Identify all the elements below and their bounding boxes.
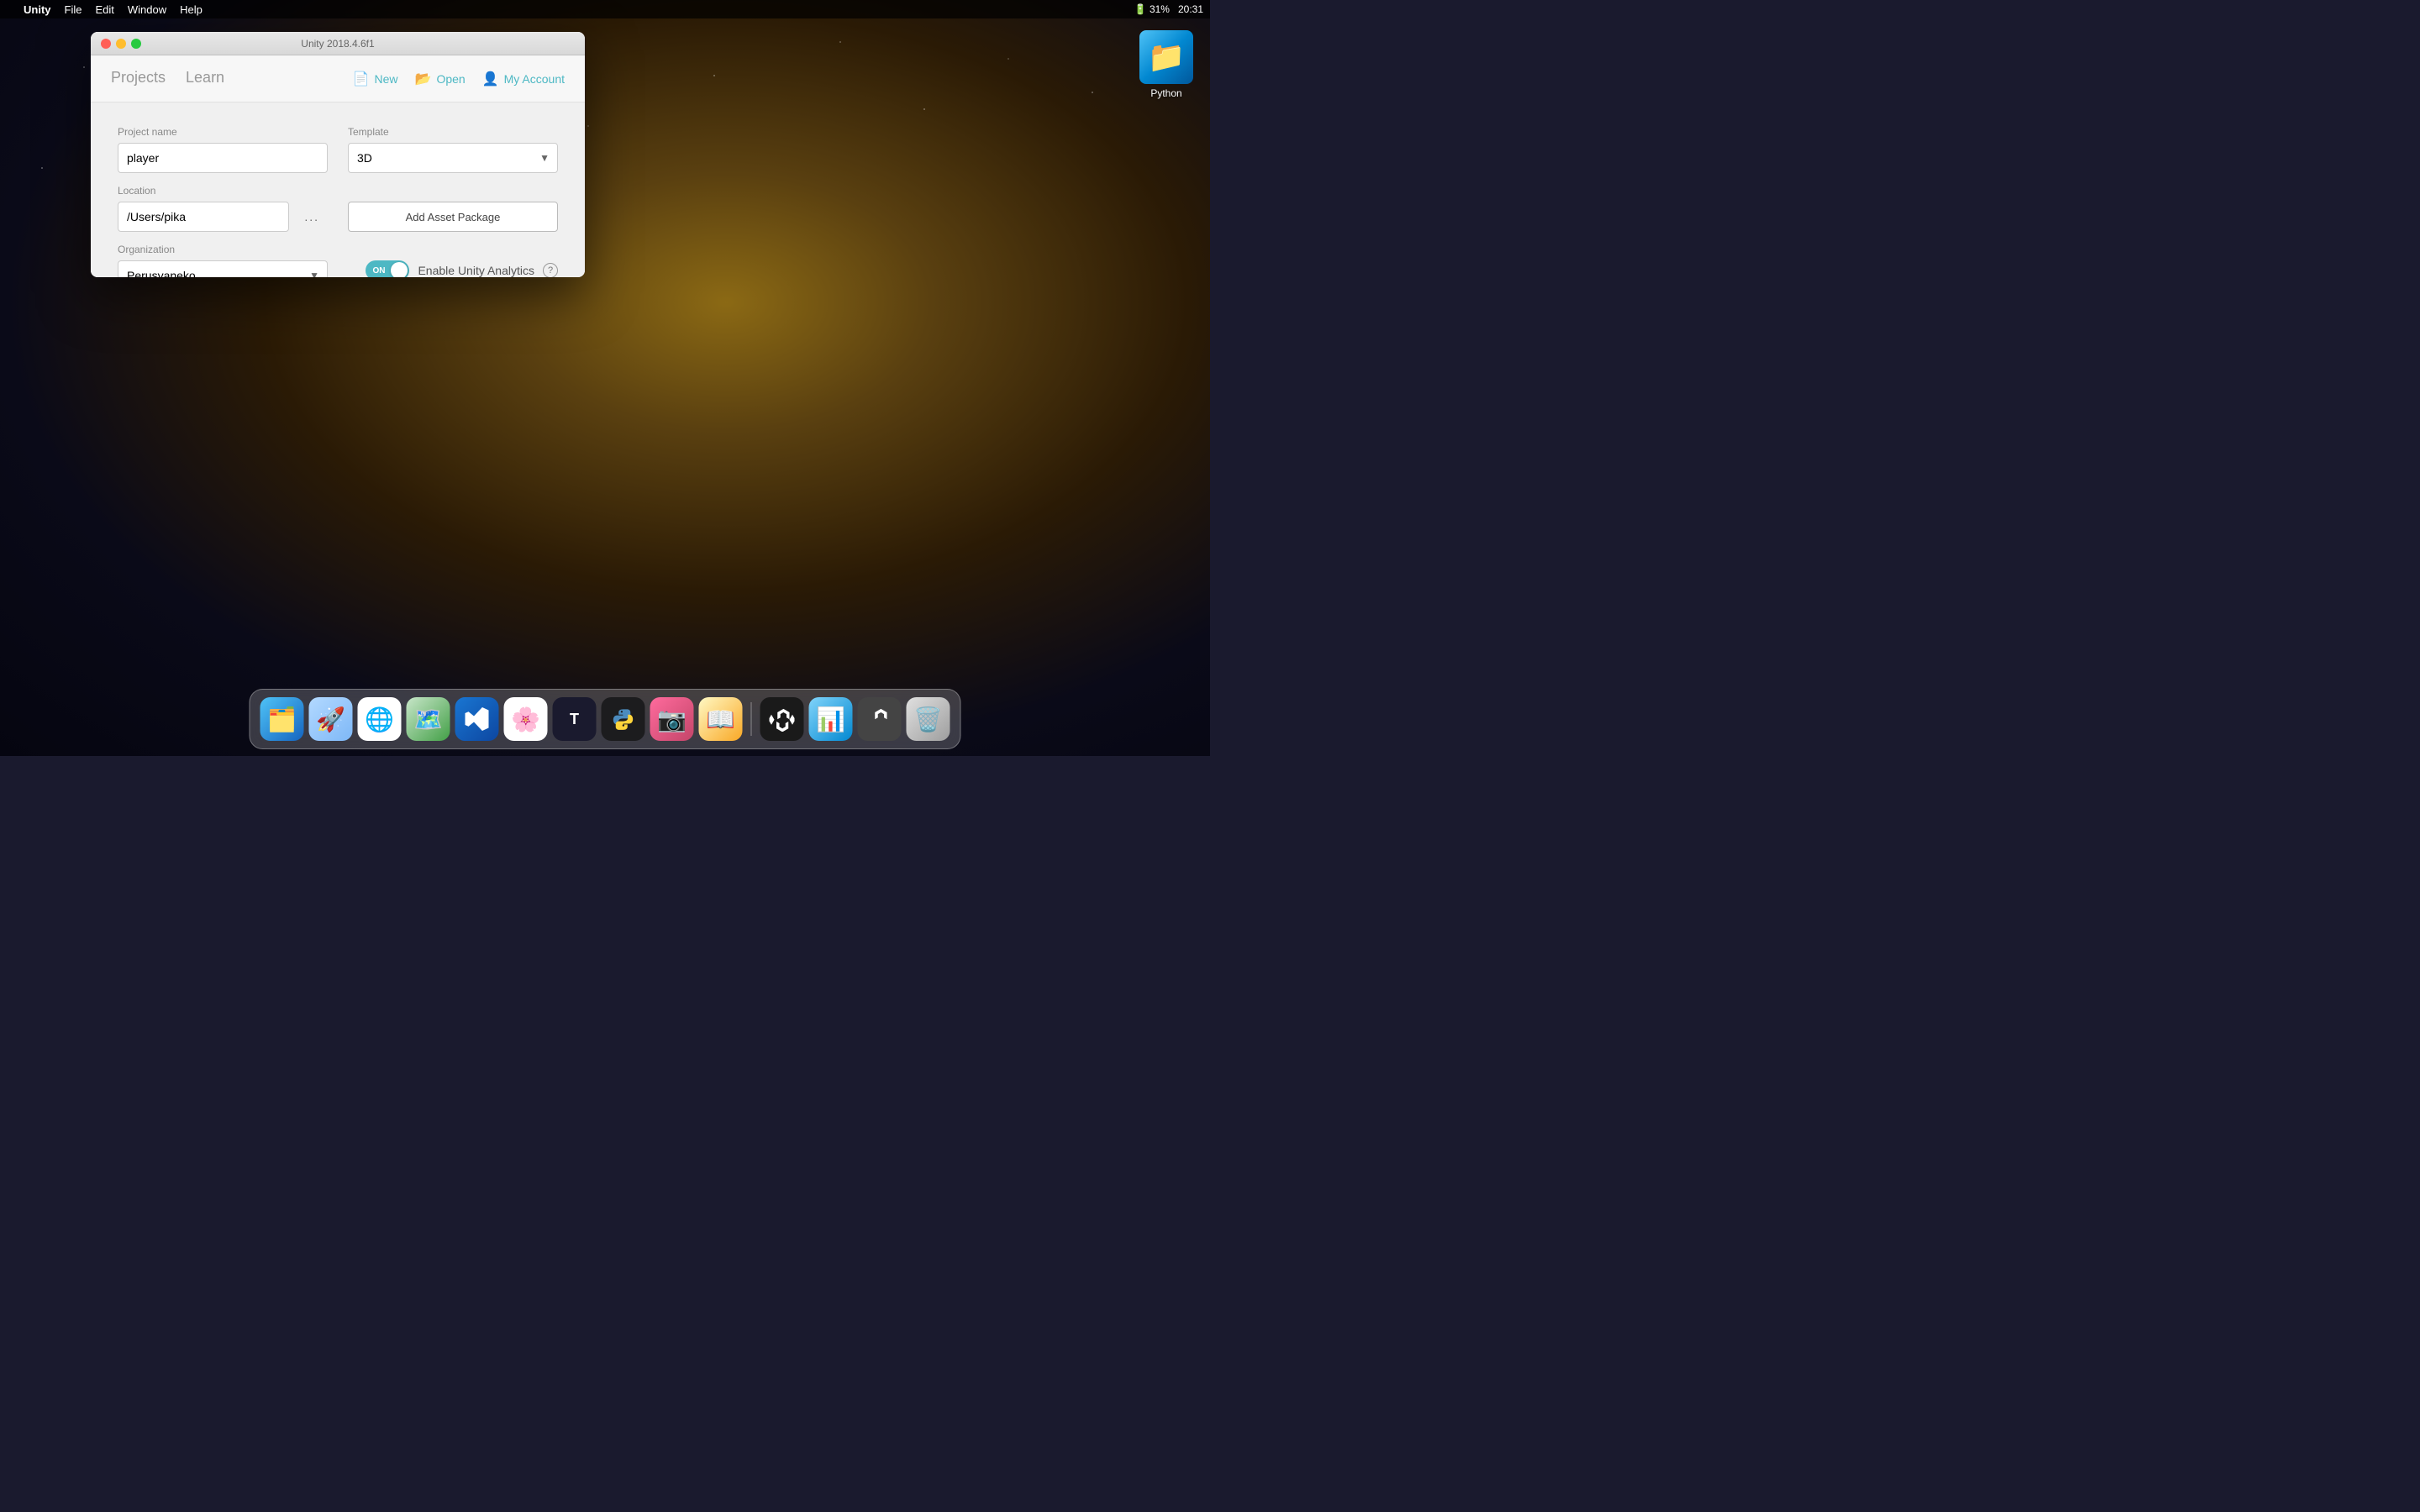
form-row-2: Location ... Add Asset Package xyxy=(118,185,558,232)
toggle-on-label: ON xyxy=(372,266,385,276)
form-row-3: Organization Perusyaneko ▼ ON Enable Uni… xyxy=(118,244,558,277)
menubar-app-name[interactable]: Unity xyxy=(24,3,51,16)
menubar: Unity File Edit Window Help 🔋 31% 20:31 xyxy=(0,0,1210,18)
nav-tabs: Projects Learn xyxy=(111,69,224,88)
traffic-lights xyxy=(101,39,141,49)
template-label: Template xyxy=(348,126,558,138)
open-action[interactable]: 📂 Open xyxy=(415,71,466,87)
add-asset-button[interactable]: Add Asset Package xyxy=(348,202,558,232)
toggle-knob xyxy=(391,262,408,277)
menubar-edit[interactable]: Edit xyxy=(95,3,113,16)
tab-projects[interactable]: Projects xyxy=(111,69,166,88)
open-icon: 📂 xyxy=(415,71,432,87)
unity-window: Unity 2018.4.6f1 Projects Learn 📄 New 📂 … xyxy=(91,32,585,277)
menubar-window[interactable]: Window xyxy=(128,3,166,16)
window-titlebar: Unity 2018.4.6f1 xyxy=(91,32,585,55)
dock-item-finder[interactable]: 🗂️ xyxy=(260,697,304,741)
form-row-1: Project name Template 3D 2D High Definit… xyxy=(118,126,558,173)
window-title: Unity 2018.4.6f1 xyxy=(301,38,374,50)
battery-status: 🔋 31% xyxy=(1134,3,1170,15)
new-label: New xyxy=(375,72,398,86)
python-folder-icon: 📁 xyxy=(1139,30,1193,84)
analytics-toggle[interactable]: ON xyxy=(366,260,409,277)
content-area: Project name Template 3D 2D High Definit… xyxy=(91,102,585,277)
organization-label: Organization xyxy=(118,244,328,255)
dock-item-chrome[interactable]: 🌐 xyxy=(358,697,402,741)
analytics-help-button[interactable]: ? xyxy=(543,263,558,277)
menubar-file[interactable]: File xyxy=(65,3,82,16)
open-label: Open xyxy=(436,72,465,86)
dock-item-image-capture[interactable]: 📷 xyxy=(650,697,694,741)
new-icon: 📄 xyxy=(353,71,370,87)
project-name-input[interactable] xyxy=(118,143,328,173)
menubar-help[interactable]: Help xyxy=(180,3,203,16)
template-group: Template 3D 2D High Definition RP Lightw… xyxy=(348,126,558,173)
dock-item-python[interactable] xyxy=(602,697,645,741)
add-asset-group: Add Asset Package xyxy=(348,202,558,232)
location-label: Location xyxy=(118,185,328,197)
my-account-action[interactable]: 👤 My Account xyxy=(482,71,565,87)
dock-item-photos[interactable]: 🌸 xyxy=(504,697,548,741)
project-name-label: Project name xyxy=(118,126,328,138)
account-icon: 👤 xyxy=(482,71,499,87)
minimize-button[interactable] xyxy=(116,39,126,49)
maximize-button[interactable] xyxy=(131,39,141,49)
nav-actions: 📄 New 📂 Open 👤 My Account xyxy=(353,71,565,87)
new-action[interactable]: 📄 New xyxy=(353,71,398,87)
dock-separator xyxy=(751,702,752,736)
organization-select-wrapper: Perusyaneko ▼ xyxy=(118,260,328,277)
project-name-group: Project name xyxy=(118,126,328,173)
analytics-label: Enable Unity Analytics xyxy=(418,264,534,277)
python-icon-label: Python xyxy=(1150,87,1181,99)
template-select[interactable]: 3D 2D High Definition RP Lightweight RP xyxy=(348,143,558,173)
python-desktop-icon[interactable]: 📁 Python xyxy=(1139,30,1193,99)
dock-item-dictionary[interactable]: 📖 xyxy=(699,697,743,741)
my-account-label: My Account xyxy=(504,72,565,86)
dock-item-vscode[interactable] xyxy=(455,697,499,741)
location-row: ... xyxy=(118,202,328,232)
close-button[interactable] xyxy=(101,39,111,49)
dock-item-trash[interactable]: 🗑️ xyxy=(907,697,950,741)
template-select-wrapper: 3D 2D High Definition RP Lightweight RP … xyxy=(348,143,558,173)
dock-item-launchpad[interactable]: 🚀 xyxy=(309,697,353,741)
dock-item-unity1[interactable] xyxy=(760,697,804,741)
dock-item-keynote[interactable]: 📊 xyxy=(809,697,853,741)
menubar-right: 🔋 31% 20:31 xyxy=(1134,3,1203,15)
location-browse-button[interactable]: ... xyxy=(296,202,328,232)
dock-item-typora[interactable]: T xyxy=(553,697,597,741)
nav-bar: Projects Learn 📄 New 📂 Open 👤 My Account xyxy=(91,55,585,102)
dock-item-maps[interactable]: 🗺️ xyxy=(407,697,450,741)
location-input[interactable] xyxy=(118,202,289,232)
location-group: Location ... xyxy=(118,185,328,232)
organization-group: Organization Perusyaneko ▼ xyxy=(118,244,328,277)
organization-select[interactable]: Perusyaneko xyxy=(118,260,328,277)
analytics-group: ON Enable Unity Analytics ? xyxy=(348,244,558,277)
tab-learn[interactable]: Learn xyxy=(186,69,224,88)
dock-item-unity2[interactable] xyxy=(858,697,902,741)
dock: 🗂️ 🚀 🌐 🗺️ 🌸 T 📷 📖 📊 🗑️ xyxy=(250,689,961,749)
clock: 20:31 xyxy=(1178,3,1203,15)
menubar-left: Unity File Edit Window Help xyxy=(7,3,203,16)
